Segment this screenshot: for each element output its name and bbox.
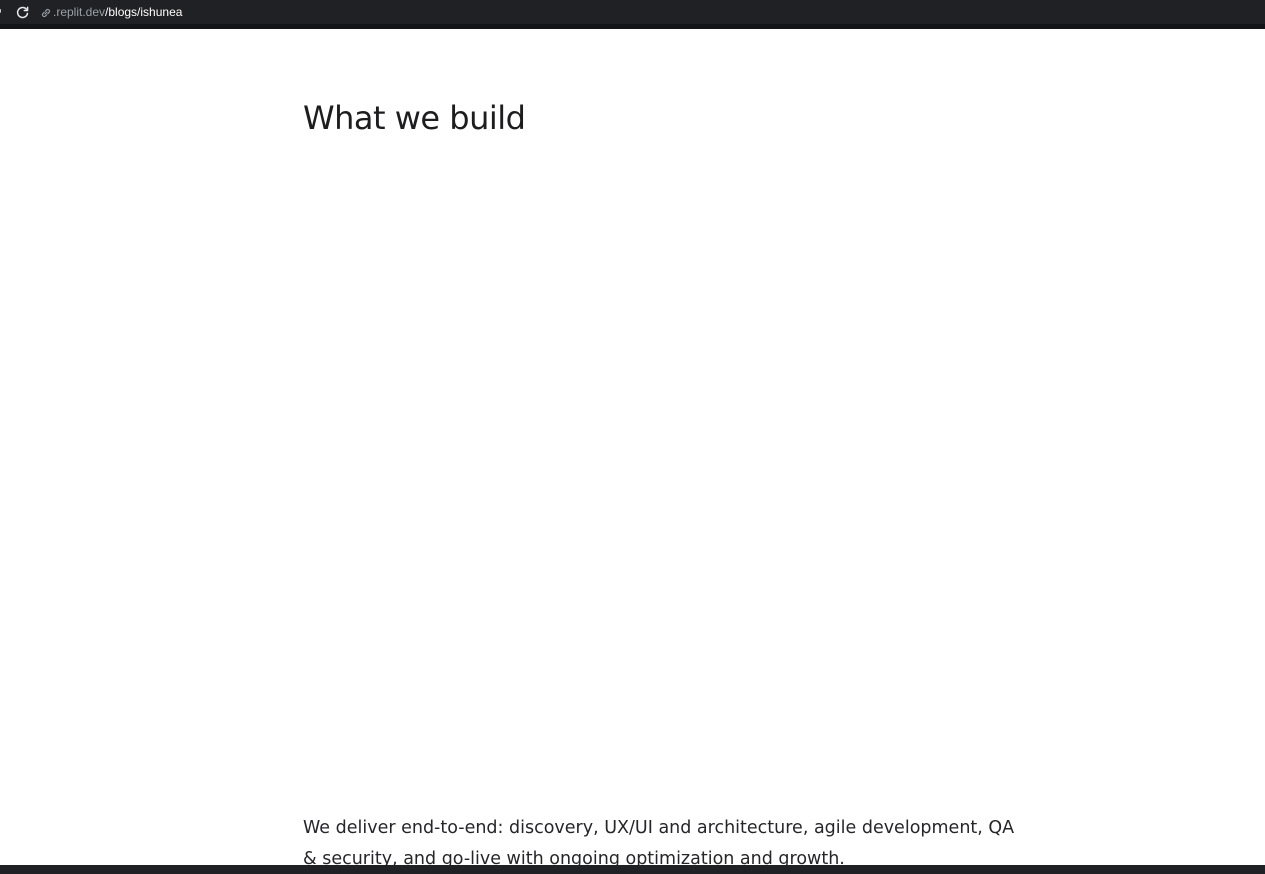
page-title: What we build [303,99,526,137]
reload-icon[interactable] [15,5,30,20]
url-host: .replit.dev [53,5,106,19]
back-arrow-icon[interactable]: ◂ [0,7,3,15]
bottom-window-edge [0,865,1265,874]
url-path: /blogs/ishunea [105,5,183,19]
page-content: What we build We deliver end-to-end: dis… [0,29,1265,865]
address-bar-url[interactable]: .replit.dev/blogs/ishunea [53,5,182,19]
services-description: We deliver end-to-end: discovery, UX/UI … [303,818,1015,865]
link-icon [41,8,51,18]
browser-toolbar: ◂ .replit.dev/blogs/ishunea [0,0,1265,24]
